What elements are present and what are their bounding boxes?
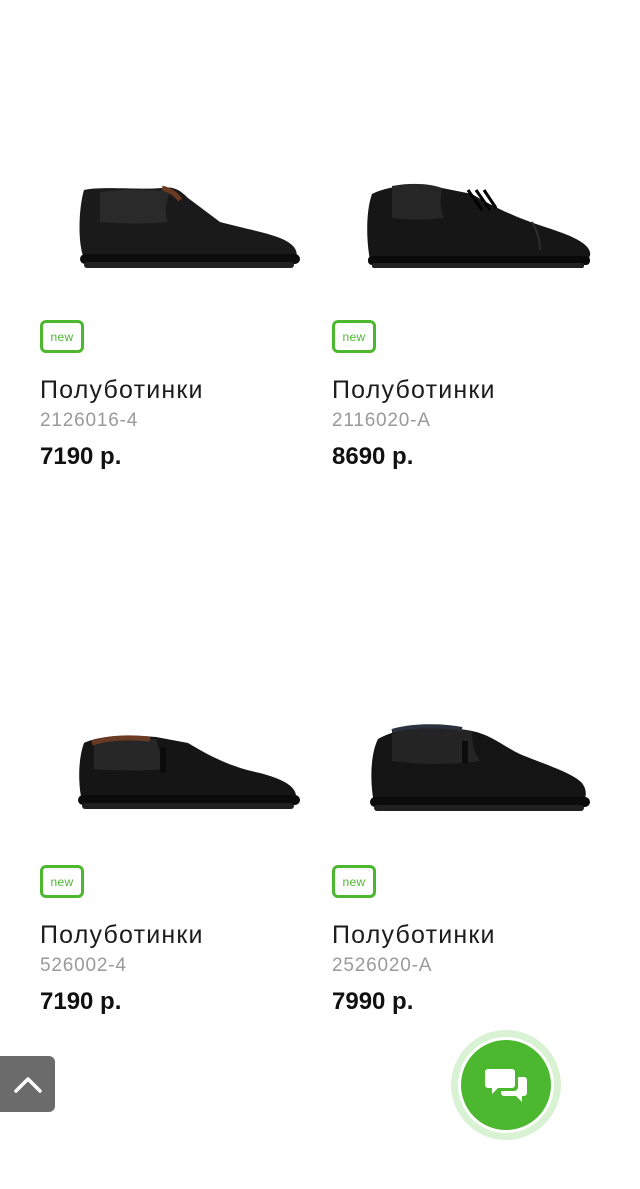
- product-image[interactable]: [332, 0, 622, 300]
- product-image[interactable]: [332, 545, 622, 845]
- new-badge: new: [332, 865, 376, 898]
- new-badge: new: [332, 320, 376, 353]
- new-badge: new: [40, 320, 84, 353]
- product-image[interactable]: [40, 545, 330, 845]
- shoe-image: [367, 183, 591, 268]
- shoe-image: [78, 735, 300, 809]
- chat-button[interactable]: [451, 1030, 561, 1140]
- new-badge: new: [40, 865, 84, 898]
- product-sku: 526002-4: [40, 955, 127, 976]
- product-sku: 2526020-A: [332, 955, 433, 976]
- product-price: 7990 р.: [332, 988, 414, 1015]
- product-price: 8690 р.: [332, 443, 414, 470]
- chevron-up-icon: [13, 1077, 42, 1093]
- product-title[interactable]: Полуботинки: [332, 376, 496, 405]
- product-sku: 2126016-4: [40, 410, 139, 431]
- product-title[interactable]: Полуботинки: [40, 921, 204, 950]
- product-grid: new Полуботинки 2126016-4 7190 р. new По…: [0, 0, 640, 1189]
- chat-bubbles-icon: [485, 1069, 527, 1102]
- product-image[interactable]: [40, 0, 330, 300]
- product-title[interactable]: Полуботинки: [40, 376, 204, 405]
- product-sku: 2116020-A: [332, 410, 431, 431]
- shoe-image: [79, 185, 300, 268]
- chat-button-inner[interactable]: [458, 1037, 554, 1133]
- scroll-to-top-button[interactable]: [0, 1056, 55, 1112]
- product-title[interactable]: Полуботинки: [332, 921, 496, 950]
- product-price: 7190 р.: [40, 988, 122, 1015]
- product-price: 7190 р.: [40, 443, 122, 470]
- shoe-image: [370, 724, 590, 811]
